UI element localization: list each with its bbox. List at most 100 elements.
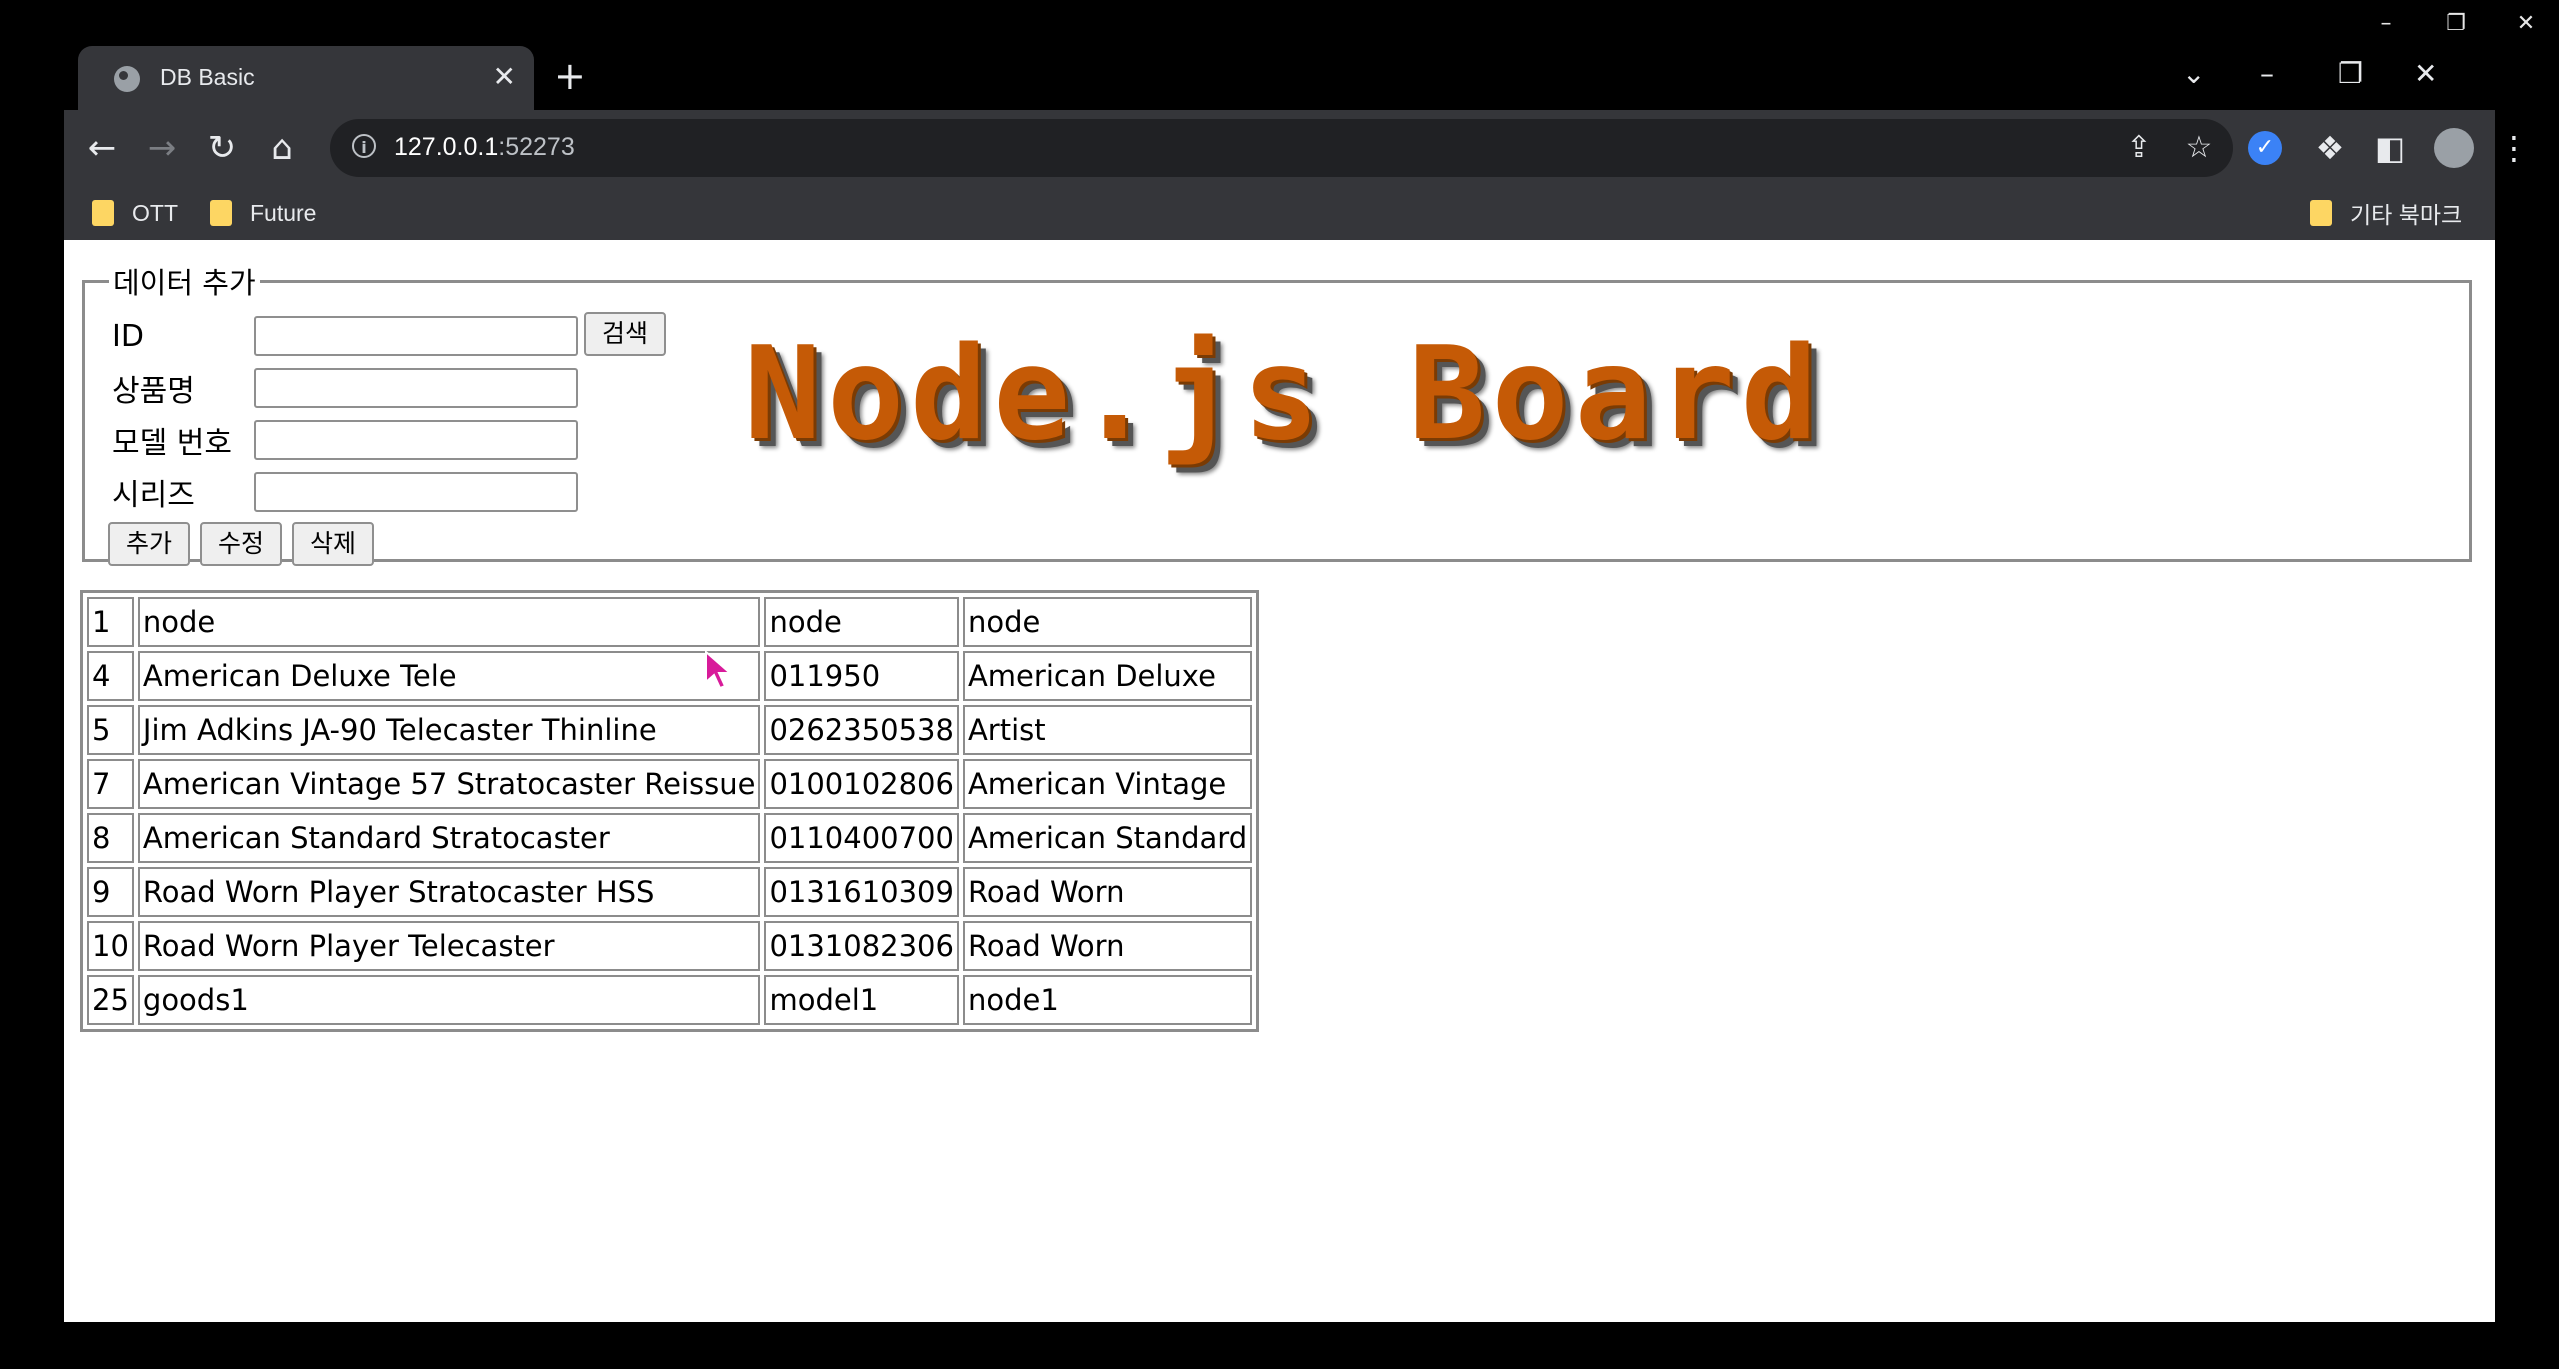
product-name-cell: Road Worn Player Telecaster	[137, 921, 761, 971]
form-row-series: 시리즈	[112, 470, 578, 514]
tab-strip: DB Basic ✕ + ⌄ – ❐ ✕	[64, 44, 2495, 110]
model-number-label: 모델 번호	[112, 426, 232, 461]
table-row: 10 Road Worn Player Telecaster 0131082306 R…	[87, 921, 1253, 971]
series-cell: Road Worn	[962, 921, 1253, 971]
id-cell: 9	[87, 867, 134, 917]
model-number-cell: 011950	[764, 651, 959, 701]
product-name-cell: American Deluxe Tele	[137, 651, 761, 701]
product-name-input[interactable]	[254, 368, 578, 408]
table-row: 8 American Standard Stratocaster 011040070…	[87, 813, 1253, 863]
id-cell: 25	[87, 975, 134, 1025]
product-name-cell: American Standard Stratocaster	[137, 813, 761, 863]
series-cell: Road Worn	[962, 867, 1253, 917]
browser-window: DB Basic ✕ + ⌄ – ❐ ✕ ← → ↻ ⌂ i 127.0.0.1…	[64, 44, 2530, 240]
bookmark-other[interactable]: 기타 북마크	[2310, 194, 2462, 232]
table-row: 25 goods1 model1 node1	[87, 975, 1253, 1025]
model-number-cell: 0131082306	[764, 921, 959, 971]
share-icon[interactable]: ⇪	[2120, 129, 2158, 167]
folder-icon	[92, 200, 114, 226]
table-row: 4 American Deluxe Tele 011950 American Delu…	[87, 651, 1253, 701]
url-port: :52273	[498, 133, 575, 161]
url-host: 127.0.0.1	[394, 133, 499, 161]
product-name-cell: node	[137, 597, 761, 647]
bookmark-ott[interactable]: OTT	[92, 194, 178, 232]
edit-button[interactable]: 수정	[200, 522, 282, 566]
id-input[interactable]	[254, 316, 578, 356]
puzzle-icon[interactable]: ❖	[2308, 126, 2352, 170]
series-input[interactable]	[254, 472, 578, 512]
os-restore-button[interactable]: ❐	[2436, 8, 2476, 40]
tab-title: DB Basic	[160, 64, 255, 90]
fieldset-legend: 데이터 추가	[113, 266, 256, 300]
bookmarks-bar: OTT Future 기타 북마크	[64, 186, 2495, 240]
table-row: 9 Road Worn Player Stratocaster HSS 013161…	[87, 867, 1253, 917]
id-cell: 4	[87, 651, 134, 701]
back-arrow-icon[interactable]: ←	[80, 126, 124, 170]
bookmark-label: 기타 북마크	[2350, 202, 2463, 228]
id-cell: 10	[87, 921, 134, 971]
series-cell: node	[962, 597, 1253, 647]
table-row: 5 Jim Adkins JA-90 Telecaster Thinline 026…	[87, 705, 1253, 755]
form-row-id: ID	[112, 314, 578, 358]
search-button[interactable]: 검색	[584, 312, 666, 356]
bookmark-label: Future	[250, 199, 317, 226]
globe-icon	[114, 66, 140, 92]
address-bar[interactable]: i 127.0.0.1:52273 ⇪ ☆	[330, 119, 2233, 177]
extension-icon[interactable]: ✓	[2248, 131, 2282, 165]
add-button[interactable]: 추가	[108, 522, 190, 566]
side-panel-icon[interactable]: ◧	[2368, 126, 2412, 170]
bookmark-star-icon[interactable]: ☆	[2180, 129, 2218, 167]
product-name-label: 상품명	[112, 374, 195, 409]
tab-search-icon[interactable]: ⌄	[2182, 54, 2205, 94]
board-title: Node.js Board	[744, 320, 1824, 469]
id-cell: 8	[87, 813, 134, 863]
tab-close-icon[interactable]: ✕	[493, 60, 516, 94]
table-row: 7 American Vintage 57 Stratocaster Reissu…	[87, 759, 1253, 809]
new-tab-button[interactable]: +	[554, 56, 586, 96]
window-minimize-button[interactable]: –	[2260, 54, 2274, 94]
model-number-cell: node	[764, 597, 959, 647]
browser-tab[interactable]: DB Basic ✕	[78, 46, 534, 110]
series-cell: Artist	[962, 705, 1253, 755]
series-cell: American Vintage	[962, 759, 1253, 809]
product-name-cell: goods1	[137, 975, 761, 1025]
browser-toolbar: ← → ↻ ⌂ i 127.0.0.1:52273 ⇪ ☆ ✓ ❖ ◧ ⋮	[64, 110, 2530, 186]
info-icon[interactable]: i	[352, 134, 376, 158]
model-number-cell: 0131610309	[764, 867, 959, 917]
products-table: 1 node node node 4 American Deluxe Tele 011950…	[80, 590, 1260, 1032]
id-cell: 5	[87, 705, 134, 755]
forward-arrow-icon[interactable]: →	[140, 126, 184, 170]
folder-icon	[210, 200, 232, 226]
page-content: 데이터 추가 ID 검색 상품명 모델 번호 시리즈 추가 수정 삭제 Node…	[64, 240, 2495, 1322]
form-row-product: 상품명	[112, 366, 578, 410]
bookmark-future[interactable]: Future	[210, 194, 316, 232]
bookmark-label: OTT	[132, 199, 178, 226]
os-close-button[interactable]: ✕	[2506, 8, 2546, 40]
series-label: 시리즈	[112, 478, 195, 513]
reload-icon[interactable]: ↻	[200, 126, 244, 170]
series-cell: American Deluxe	[962, 651, 1253, 701]
id-cell: 1	[87, 597, 134, 647]
form-row-model: 모델 번호	[112, 418, 578, 462]
model-number-cell: 0110400700	[764, 813, 959, 863]
menu-kebab-icon[interactable]: ⋮	[2492, 126, 2536, 170]
delete-button[interactable]: 삭제	[292, 522, 374, 566]
product-name-cell: Jim Adkins JA-90 Telecaster Thinline	[137, 705, 761, 755]
product-name-cell: Road Worn Player Stratocaster HSS	[137, 867, 761, 917]
url-text: 127.0.0.1:52273	[394, 133, 575, 162]
avatar[interactable]	[2434, 128, 2474, 168]
model-number-cell: 0100102806	[764, 759, 959, 809]
home-icon[interactable]: ⌂	[260, 126, 304, 170]
os-minimize-button[interactable]: –	[2366, 8, 2406, 40]
model-number-cell: model1	[764, 975, 959, 1025]
id-cell: 7	[87, 759, 134, 809]
folder-icon	[2310, 200, 2332, 226]
model-number-cell: 0262350538	[764, 705, 959, 755]
mouse-cursor-icon	[705, 650, 732, 690]
window-restore-button[interactable]: ❐	[2338, 54, 2363, 94]
model-number-input[interactable]	[254, 420, 578, 460]
window-close-button[interactable]: ✕	[2414, 54, 2437, 94]
product-name-cell: American Vintage 57 Stratocaster Reissue	[137, 759, 761, 809]
series-cell: American Standard	[962, 813, 1253, 863]
id-label: ID	[112, 318, 144, 354]
